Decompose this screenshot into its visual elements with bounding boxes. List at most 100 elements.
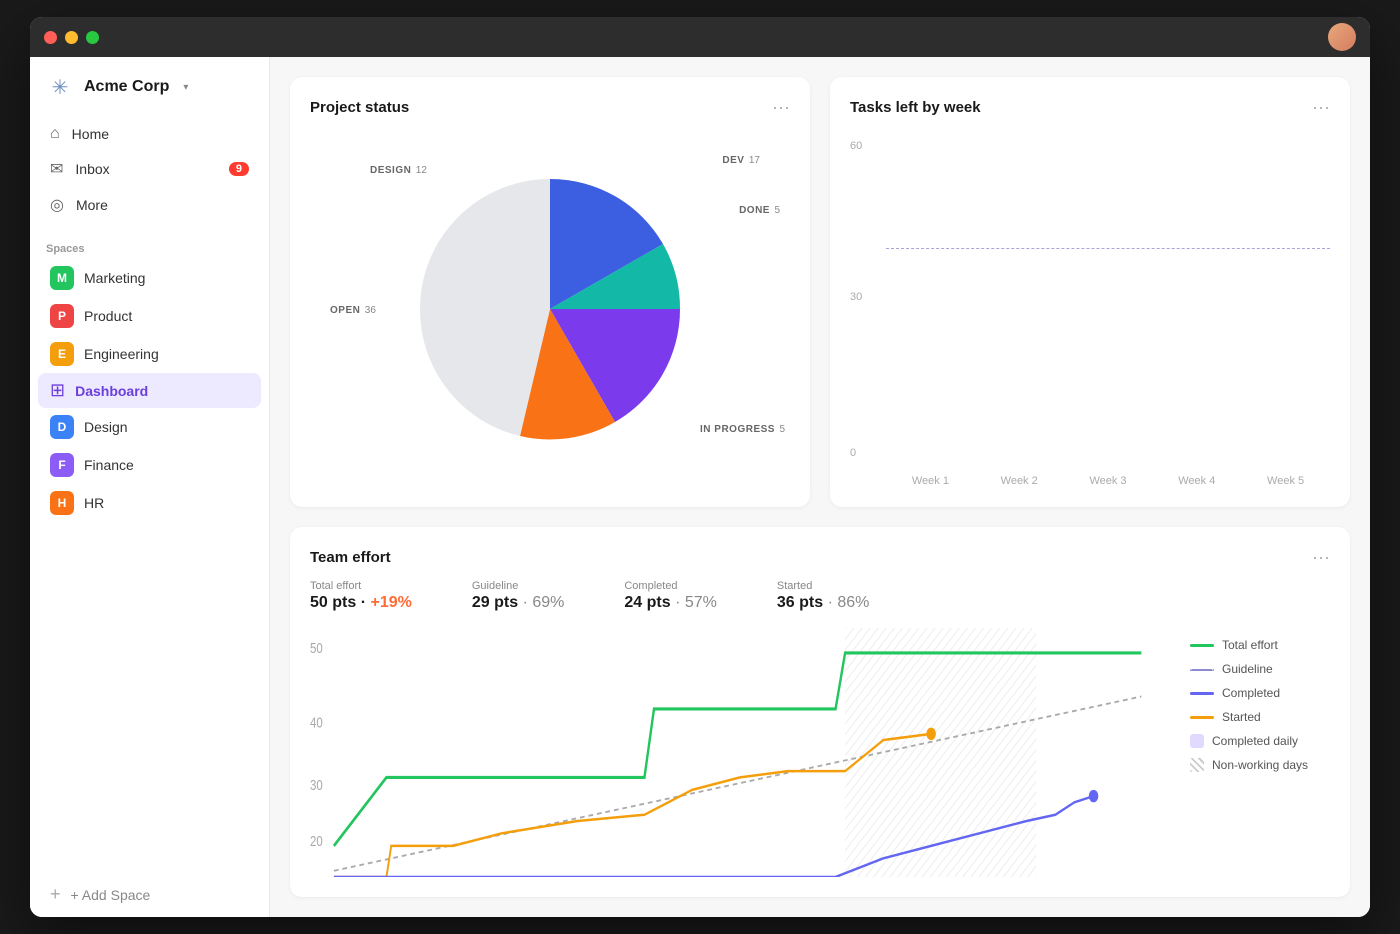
dashboard-label: Dashboard <box>75 383 148 399</box>
svg-text:20: 20 <box>310 832 323 849</box>
sidebar-item-inbox-label: Inbox <box>75 161 109 177</box>
y-label-30: 30 <box>850 291 862 303</box>
dev-label: DEV 17 <box>722 150 760 168</box>
company-header[interactable]: ✳ Acme Corp ▾ <box>30 57 269 109</box>
sidebar-item-engineering[interactable]: E Engineering <box>38 335 261 373</box>
project-status-title: Project status <box>310 99 409 116</box>
tasks-menu[interactable]: ··· <box>1312 97 1330 118</box>
team-effort-title: Team effort <box>310 549 391 566</box>
engineering-space-icon: E <box>50 342 74 366</box>
finance-space-icon: F <box>50 453 74 477</box>
guideline-pts: 29 pts <box>472 594 518 611</box>
svg-text:30: 30 <box>310 776 323 793</box>
guideline-value: 29 pts · 69% <box>472 594 565 612</box>
maximize-button[interactable] <box>86 31 99 44</box>
stat-guideline: Guideline 29 pts · 69% <box>472 580 565 612</box>
sidebar-bottom: + + Add Space <box>30 872 269 917</box>
effort-stats: Total effort 50 pts · +19% Guideline 29 … <box>310 580 1330 612</box>
legend-guideline-line <box>1190 669 1214 671</box>
started-endpoint <box>926 728 936 740</box>
legend-completed-line <box>1190 692 1214 695</box>
started-label: Started <box>777 580 870 592</box>
started-value: 36 pts · 86% <box>777 594 870 612</box>
sidebar-item-hr[interactable]: H HR <box>38 484 261 522</box>
week5-label: Week 5 <box>1241 475 1330 487</box>
completed-value: 24 pts · 57% <box>624 594 717 612</box>
marketing-space-icon: M <box>50 266 74 290</box>
bar-chart-container: 60 30 0 <box>850 130 1330 487</box>
in-progress-label: IN PROGRESS 5 <box>700 419 785 437</box>
legend-guideline: Guideline <box>1190 662 1330 676</box>
completed-label: Completed <box>624 580 717 592</box>
legend-non-working: Non-working days <box>1190 758 1330 772</box>
tasks-header: Tasks left by week ··· <box>850 97 1330 118</box>
sidebar-item-dashboard[interactable]: ⊞ Dashboard <box>38 373 261 408</box>
product-space-icon: P <box>50 304 74 328</box>
total-effort-value: 50 pts · +19% <box>310 594 412 612</box>
inbox-icon: ✉ <box>50 159 63 179</box>
marketing-label: Marketing <box>84 270 145 286</box>
tasks-by-week-card: Tasks left by week ··· 60 30 0 <box>830 77 1350 507</box>
team-effort-menu[interactable]: ··· <box>1312 547 1330 568</box>
tasks-title: Tasks left by week <box>850 99 981 116</box>
sidebar-item-product[interactable]: P Product <box>38 297 261 335</box>
sidebar-item-marketing[interactable]: M Marketing <box>38 259 261 297</box>
design-label: DESIGN 12 <box>370 160 427 178</box>
svg-text:50: 50 <box>310 639 323 656</box>
legend-completed-daily-rect <box>1190 734 1204 748</box>
week1-label: Week 1 <box>886 475 975 487</box>
svg-text:40: 40 <box>310 714 323 731</box>
legend-started-label: Started <box>1222 710 1261 724</box>
add-space-button[interactable]: + + Add Space <box>38 876 261 913</box>
y-label-0: 0 <box>850 447 856 459</box>
home-icon: ⌂ <box>50 125 60 143</box>
sidebar-item-design[interactable]: D Design <box>38 408 261 446</box>
minimize-button[interactable] <box>65 31 78 44</box>
legend-started-line <box>1190 716 1214 719</box>
close-button[interactable] <box>44 31 57 44</box>
design-space-icon: D <box>50 415 74 439</box>
plus-icon: + <box>50 884 61 905</box>
company-name: Acme Corp <box>84 78 169 96</box>
project-status-menu[interactable]: ··· <box>772 97 790 118</box>
legend-completed-label: Completed <box>1222 686 1280 700</box>
legend-completed-daily-label: Completed daily <box>1212 734 1298 748</box>
hr-label: HR <box>84 495 104 511</box>
week3-label: Week 3 <box>1064 475 1153 487</box>
legend-total-effort: Total effort <box>1190 638 1330 652</box>
started-pts: 36 pts <box>777 594 823 611</box>
open-label: OPEN 36 <box>330 300 376 318</box>
app-body: ✳ Acme Corp ▾ ⌂ Home ✉ Inbox 9 ◎ More <box>30 57 1370 917</box>
project-status-header: Project status ··· <box>310 97 790 118</box>
sidebar-item-inbox[interactable]: ✉ Inbox 9 <box>38 151 261 187</box>
dashboard-icon: ⊞ <box>50 380 65 401</box>
legend-non-working-rect <box>1190 758 1204 772</box>
sidebar-item-more-label: More <box>76 197 108 213</box>
pie-open2 <box>420 179 550 309</box>
sidebar-item-more[interactable]: ◎ More <box>38 187 261 223</box>
x-labels: Week 1 Week 2 Week 3 Week 4 Week 5 <box>886 475 1330 487</box>
legend-completed: Completed <box>1190 686 1330 700</box>
completed-endpoint <box>1089 790 1099 802</box>
effort-svg: 50 40 30 20 <box>310 628 1170 877</box>
sidebar-item-finance[interactable]: F Finance <box>38 446 261 484</box>
user-avatar[interactable] <box>1328 23 1356 51</box>
more-icon: ◎ <box>50 195 64 215</box>
guideline-label: Guideline <box>472 580 565 592</box>
y-label-60: 60 <box>850 140 862 152</box>
sidebar-item-home-label: Home <box>72 126 109 142</box>
team-effort-card: Team effort ··· Total effort 50 pts · +1… <box>290 527 1350 897</box>
charts-row: Project status ··· <box>290 77 1350 507</box>
app-window: ✳ Acme Corp ▾ ⌂ Home ✉ Inbox 9 ◎ More <box>30 17 1370 917</box>
effort-chart: 50 40 30 20 <box>310 628 1170 877</box>
stat-completed: Completed 24 pts · 57% <box>624 580 717 612</box>
spaces-section-label: Spaces <box>30 231 269 259</box>
inbox-badge: 9 <box>229 162 249 176</box>
product-label: Product <box>84 308 132 324</box>
add-space-label: + Add Space <box>71 887 151 903</box>
total-effort-label: Total effort <box>310 580 412 592</box>
sidebar-item-home[interactable]: ⌂ Home <box>38 117 261 151</box>
traffic-lights <box>44 31 99 44</box>
logo-star-icon: ✳ <box>52 75 69 100</box>
sidebar-nav: ⌂ Home ✉ Inbox 9 ◎ More <box>30 109 269 231</box>
